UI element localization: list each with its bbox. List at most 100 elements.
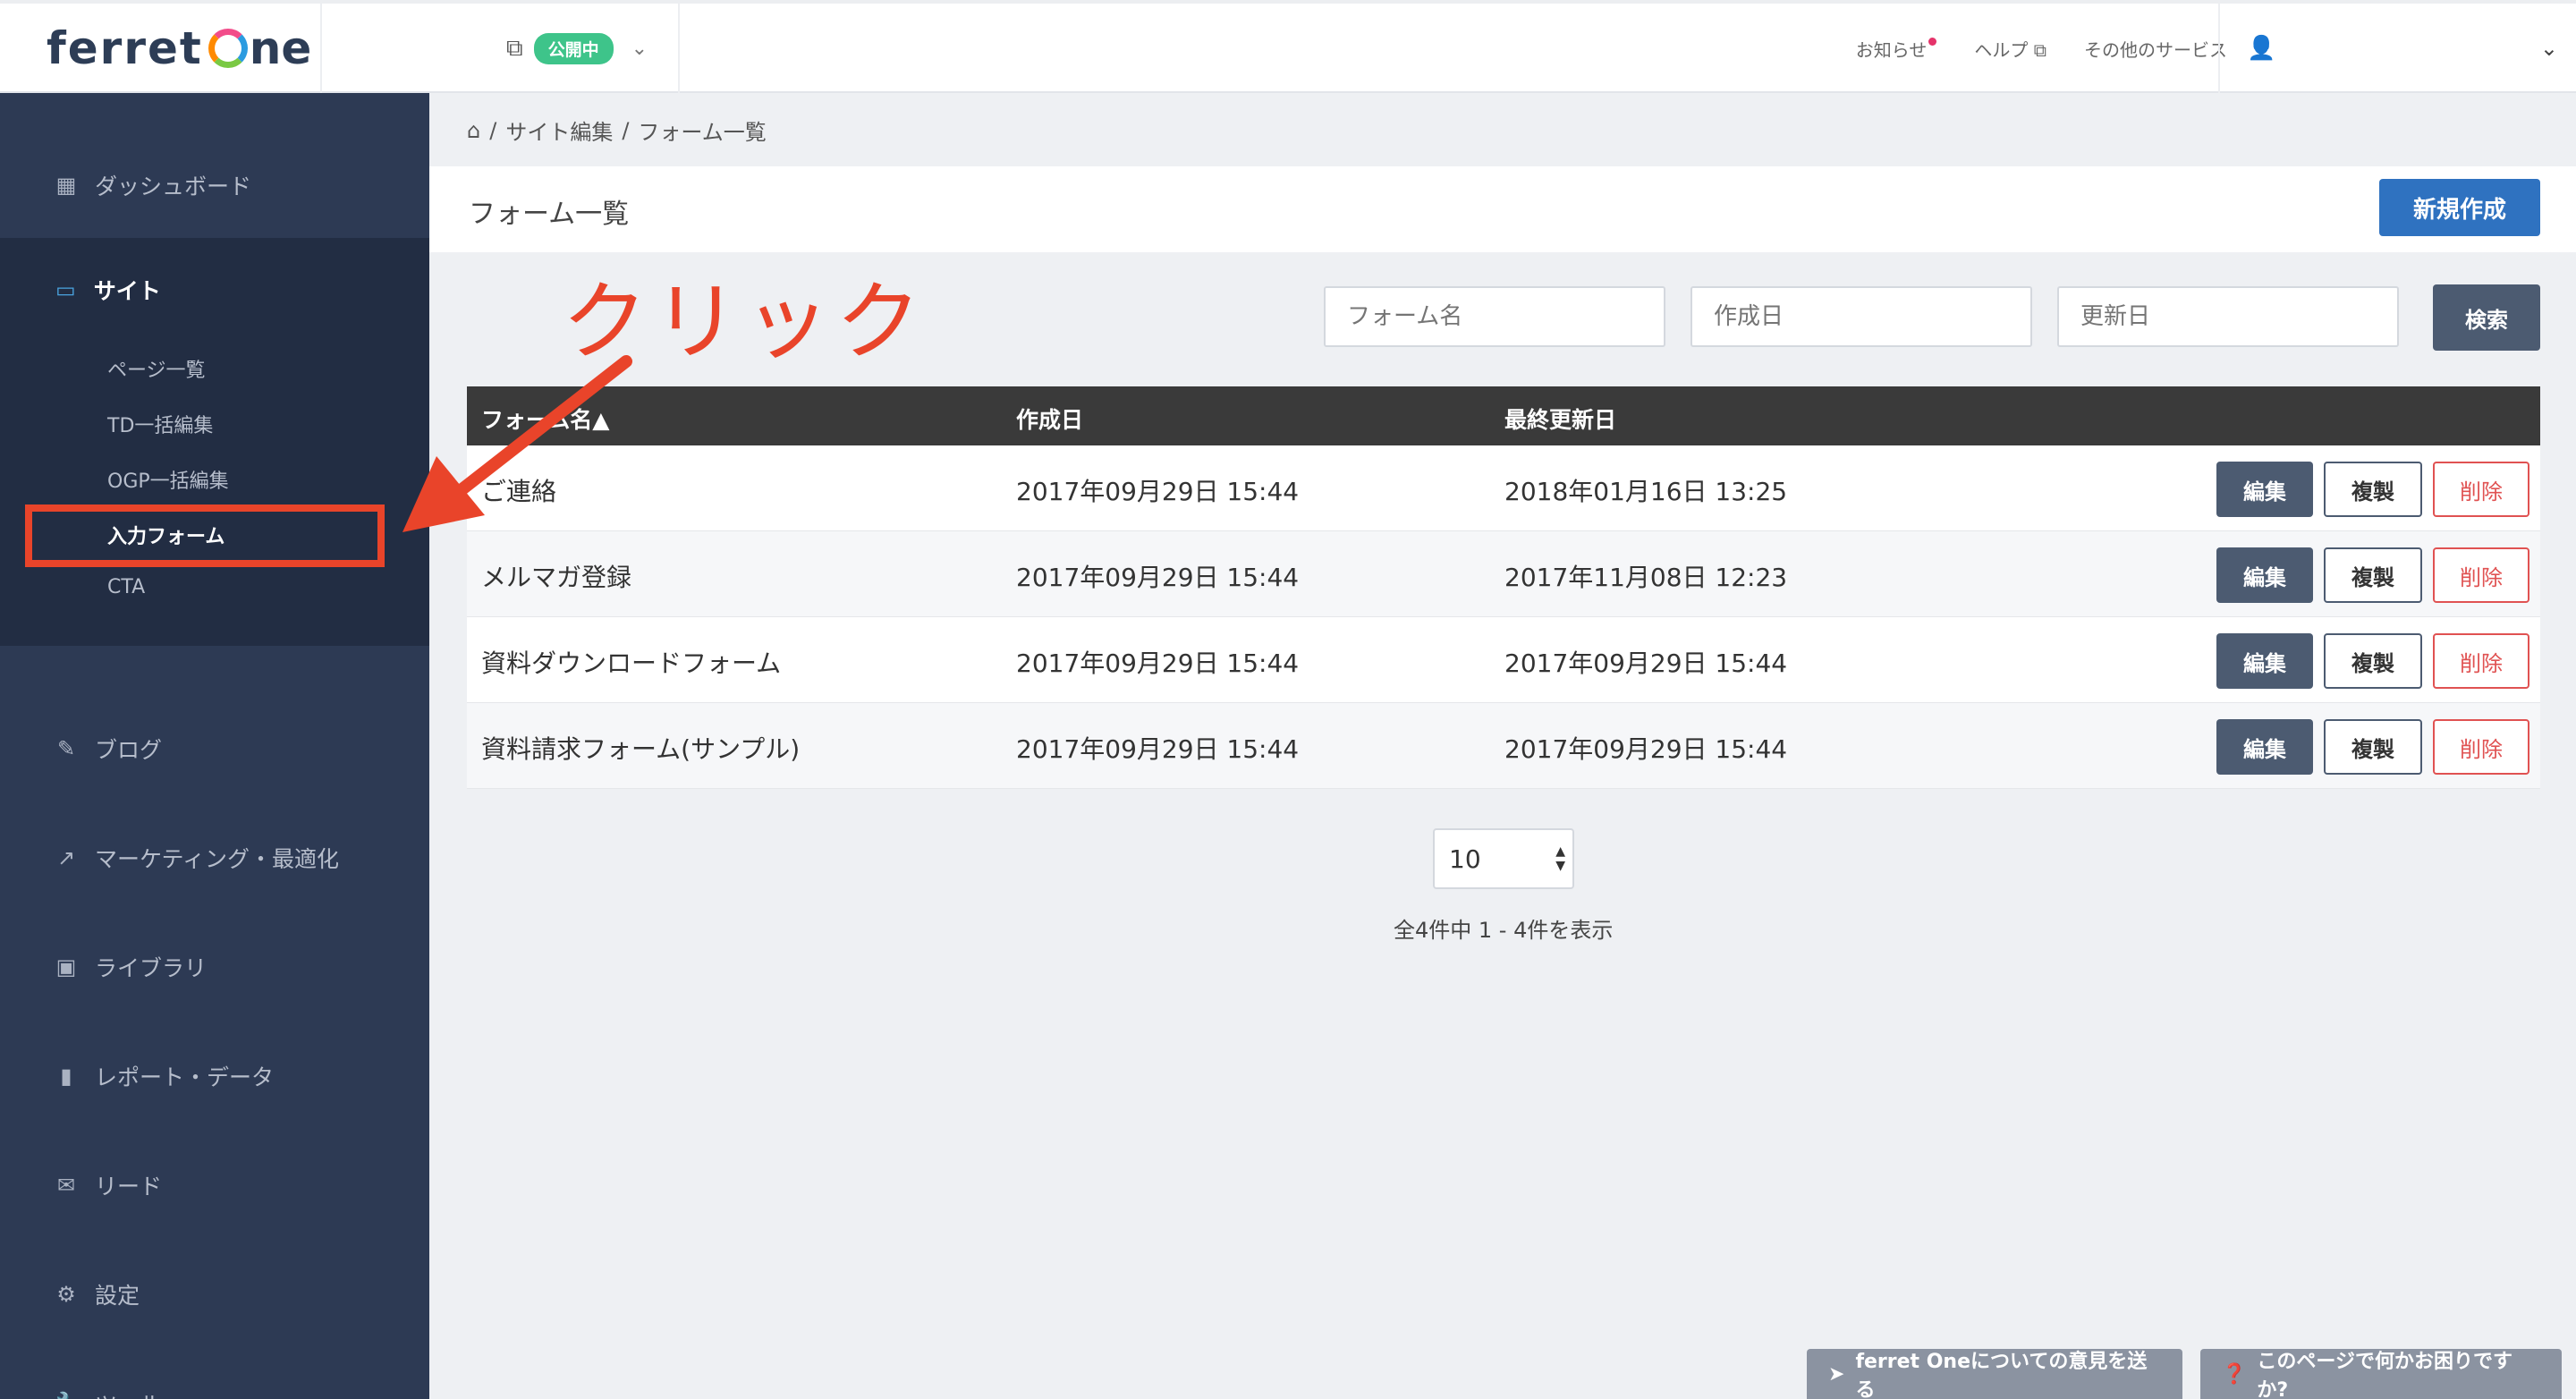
form-name-cell[interactable]: メルマガ登録 <box>481 558 631 594</box>
copy-button[interactable]: 複製 <box>2324 633 2422 689</box>
search-button[interactable]: 検索 <box>2433 284 2540 351</box>
copy-button[interactable]: 複製 <box>2324 462 2422 517</box>
external-link-icon: ⧉ <box>2033 38 2046 61</box>
bar-chart-icon: ▮ <box>60 1064 72 1089</box>
site-publish-status[interactable]: ⧉ 公開中 ⌄ <box>322 4 680 93</box>
sidebar-item-label: ライブラリ <box>95 955 208 981</box>
user-avatar-icon: 👤 <box>2247 35 2276 62</box>
sidebar-item-reports[interactable]: ▮ レポート・データ <box>0 1022 429 1131</box>
top-nav-news[interactable]: お知らせ <box>1856 36 1937 62</box>
top-nav: お知らせ ヘルプ ⧉ その他のサービス <box>1856 4 2227 93</box>
sidebar-item-label: リード <box>95 1174 163 1200</box>
copy-button[interactable]: 複製 <box>2324 547 2422 603</box>
page-title-bar: フォーム一覧 <box>429 166 2576 252</box>
select-arrows-icon: ▲ ▼ <box>1555 844 1565 873</box>
sidebar-item-leads[interactable]: ✉ リード <box>0 1131 429 1240</box>
sidebar: ▦ ダッシュボード ▭ サイト ページ一覧 TD一括編集 OGP一括編集 入力フ… <box>0 93 429 1399</box>
notification-dot-icon <box>1928 37 1937 46</box>
edit-button[interactable]: 編集 <box>2216 633 2313 689</box>
logo-text-suffix: ne <box>249 22 312 74</box>
sidebar-site-section: ▭ サイト ページ一覧 TD一括編集 OGP一括編集 入力フォーム CTA <box>0 238 429 646</box>
updated-cell: 2017年09月29日 15:44 <box>1504 734 1788 764</box>
chevron-down-icon[interactable]: ⌄ <box>2540 36 2558 61</box>
delete-button[interactable]: 削除 <box>2433 719 2529 775</box>
dashboard-icon: ▦ <box>55 173 77 198</box>
top-nav-other-services[interactable]: その他のサービス <box>2084 36 2227 62</box>
copy-button[interactable]: 複製 <box>2324 719 2422 775</box>
per-page-value: 10 <box>1449 844 1481 874</box>
wrench-icon: 🔧 <box>55 1391 82 1399</box>
logo-text: ferret <box>47 22 203 74</box>
chevron-down-icon[interactable]: ⌄ <box>631 38 648 60</box>
feedback-tab[interactable]: ➤ ferret Oneについての意見を送る <box>1807 1349 2182 1399</box>
top-header: ferret ne ⧉ 公開中 ⌄ お知らせ ヘルプ ⧉ その他のサービス 👤 … <box>0 0 2576 93</box>
question-circle-icon: ❓ <box>2222 1362 2247 1386</box>
sidebar-item-label: レポート・データ <box>95 1064 275 1090</box>
sidebar-item-label: ブログ <box>95 737 163 763</box>
annotation-highlight-box <box>25 504 385 567</box>
edit-button[interactable]: 編集 <box>2216 547 2313 603</box>
top-nav-help[interactable]: ヘルプ ⧉ <box>1974 36 2046 62</box>
sidebar-sub-pages[interactable]: ページ一覧 <box>107 354 206 383</box>
new-form-button[interactable]: 新規作成 <box>2379 179 2540 236</box>
sidebar-item-label: マーケティング・最適化 <box>95 846 340 872</box>
form-name-cell[interactable]: 資料請求フォーム(サンプル) <box>481 730 800 766</box>
logo-o-mark-icon <box>208 29 248 68</box>
created-cell: 2017年09月29日 15:44 <box>1016 477 1300 506</box>
ferret-one-logo[interactable]: ferret ne <box>0 4 322 93</box>
publish-status-badge: 公開中 <box>533 32 614 64</box>
home-icon[interactable]: ⌂ <box>467 118 480 143</box>
created-cell: 2017年09月29日 15:44 <box>1016 649 1300 678</box>
sidebar-item-library[interactable]: ▣ ライブラリ <box>0 912 429 1022</box>
table-row: メルマガ登録 2017年09月29日 15:44 2017年11月08日 12:… <box>467 531 2540 617</box>
breadcrumb-site-edit[interactable]: サイト編集 <box>505 114 613 146</box>
updated-date-search-input[interactable] <box>2057 286 2399 347</box>
column-header-created: 作成日 <box>1016 407 1084 433</box>
edit-button[interactable]: 編集 <box>2216 719 2313 775</box>
table-row: 資料請求フォーム(サンプル) 2017年09月29日 15:44 2017年09… <box>467 703 2540 789</box>
sidebar-item-marketing[interactable]: ↗ マーケティング・最適化 <box>0 803 429 912</box>
delete-button[interactable]: 削除 <box>2433 462 2529 517</box>
external-link-icon[interactable]: ⧉ <box>506 35 523 63</box>
updated-cell: 2017年11月08日 12:23 <box>1504 563 1788 592</box>
edit-button[interactable]: 編集 <box>2216 462 2313 517</box>
updated-cell: 2018年01月16日 13:25 <box>1504 477 1788 506</box>
sidebar-item-blog[interactable]: ✎ ブログ <box>0 694 429 803</box>
updated-cell: 2017年09月29日 15:44 <box>1504 649 1788 678</box>
delete-button[interactable]: 削除 <box>2433 547 2529 603</box>
column-header-updated: 最終更新日 <box>1504 407 1617 433</box>
result-count: 全4件中 1 - 4件を表示 <box>1394 918 1614 943</box>
sidebar-sub-ogp-bulk-edit[interactable]: OGP一括編集 <box>107 465 229 494</box>
created-cell: 2017年09月29日 15:44 <box>1016 734 1300 764</box>
sidebar-item-label: 設定 <box>95 1283 140 1309</box>
trend-icon: ↗ <box>56 845 76 870</box>
breadcrumb-form-list: フォーム一覧 <box>638 120 767 145</box>
table-row: 資料ダウンロードフォーム 2017年09月29日 15:44 2017年09月2… <box>467 617 2540 703</box>
form-name-cell[interactable]: 資料ダウンロードフォーム <box>481 644 781 680</box>
sidebar-item-settings[interactable]: ⚙ 設定 <box>0 1240 429 1349</box>
delete-button[interactable]: 削除 <box>2433 633 2529 689</box>
table-row: ご連絡 2017年09月29日 15:44 2018年01月16日 13:25 … <box>467 445 2540 531</box>
created-date-search-input[interactable] <box>1690 286 2032 347</box>
sidebar-sub-td-bulk-edit[interactable]: TD一括編集 <box>107 410 213 438</box>
form-name-search-input[interactable] <box>1324 286 1665 347</box>
sidebar-item-tools[interactable]: 🔧 ツール <box>0 1349 429 1399</box>
created-cell: 2017年09月29日 15:44 <box>1016 563 1300 592</box>
image-icon: ▣ <box>55 954 77 979</box>
form-table: フォーム名▲ 作成日 最終更新日 ご連絡 2017年09月29日 15:44 2… <box>467 386 2540 789</box>
mail-icon: ✉ <box>56 1173 76 1198</box>
gear-icon: ⚙ <box>56 1282 76 1307</box>
sidebar-item-label: ダッシュボード <box>95 174 252 199</box>
per-page-select[interactable]: 10 ▲ ▼ <box>1433 828 1574 889</box>
help-tab[interactable]: ❓ このページで何かお困りですか? <box>2200 1349 2562 1399</box>
pencil-icon: ✎ <box>56 736 76 761</box>
page-title: フォーム一覧 <box>469 199 630 230</box>
browser-window-icon: ▭ <box>55 277 76 302</box>
sidebar-item-site[interactable]: ▭ サイト <box>55 274 161 306</box>
sidebar-sub-cta[interactable]: CTA <box>107 576 145 598</box>
table-header: フォーム名▲ 作成日 最終更新日 <box>467 386 2540 445</box>
breadcrumb: ⌂ / サイト編集 / フォーム一覧 <box>467 114 767 146</box>
user-menu[interactable]: 👤 ⌄ <box>2218 4 2576 93</box>
send-icon: ➤ <box>1828 1362 1845 1386</box>
sidebar-item-dashboard[interactable]: ▦ ダッシュボード <box>0 131 429 240</box>
